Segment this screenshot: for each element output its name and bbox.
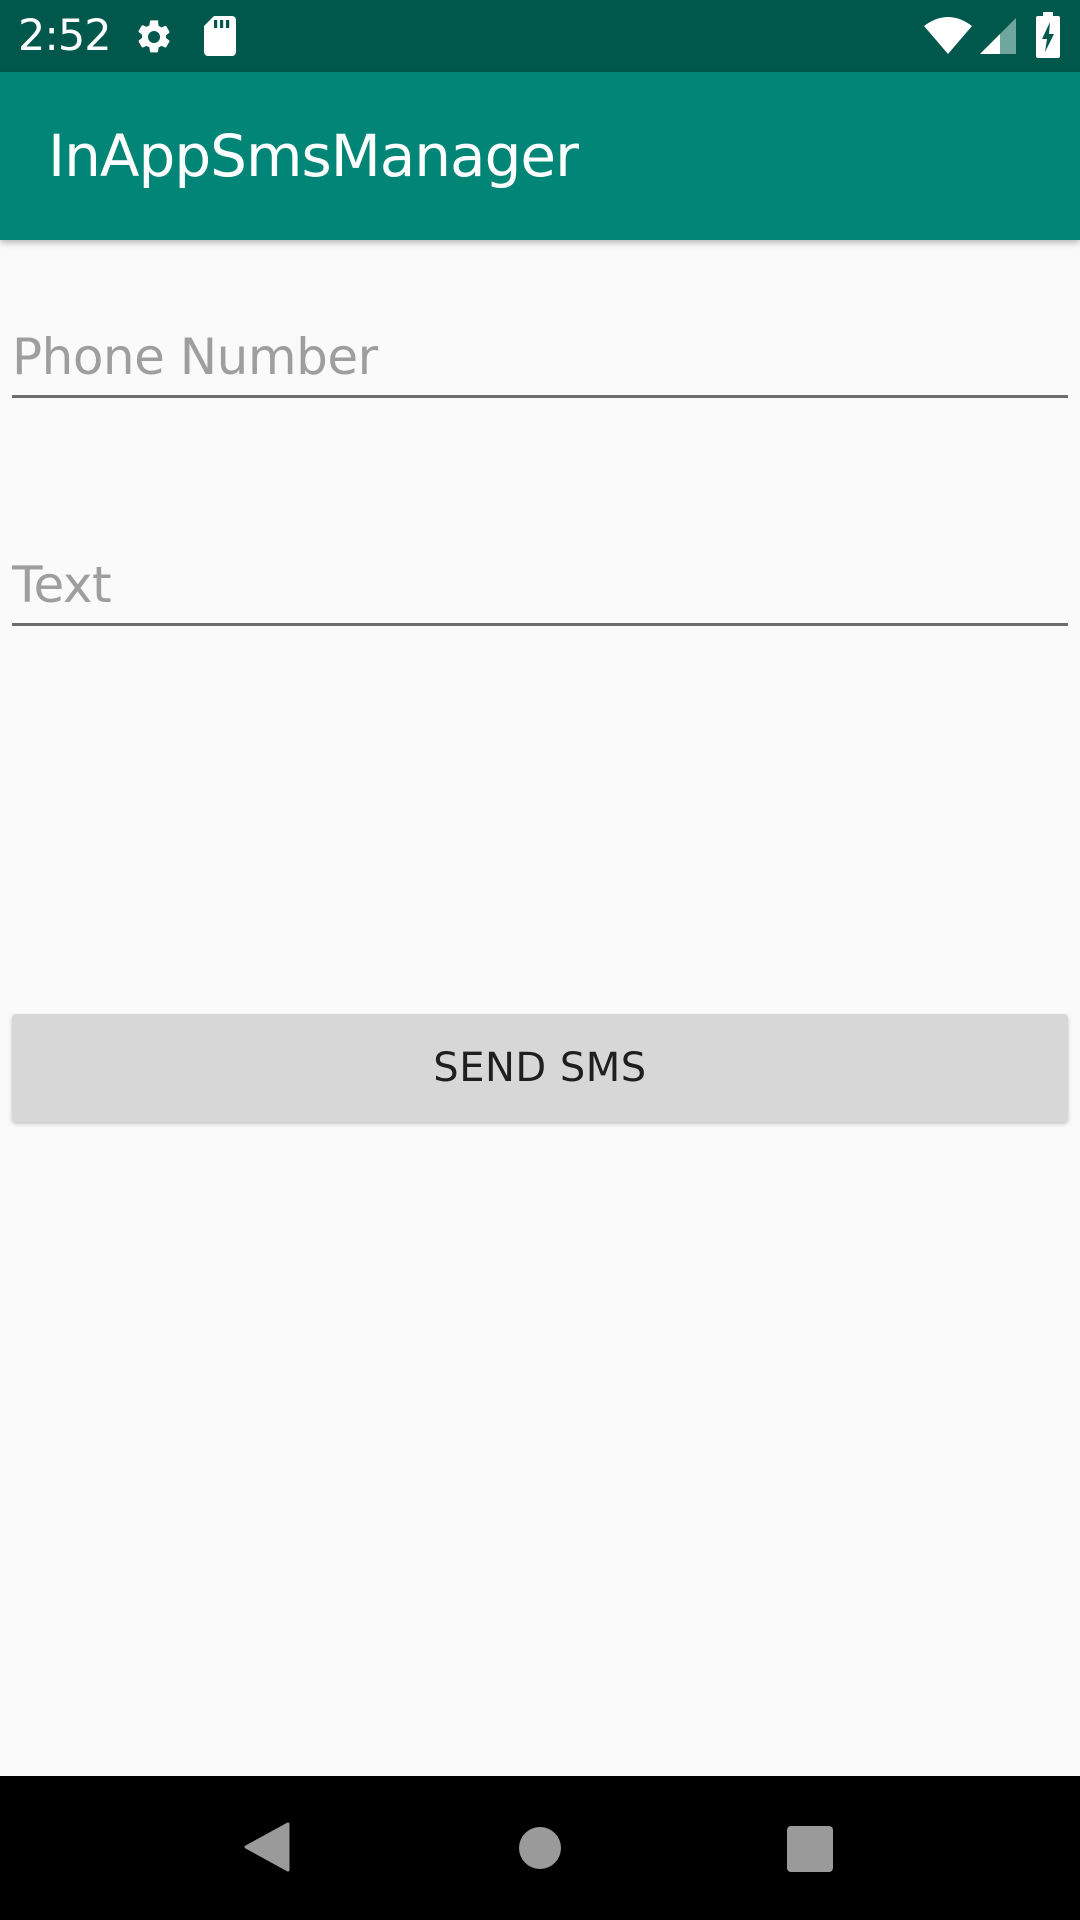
app-screen: 2:52 InAppSmsManager S: [0, 0, 1080, 1920]
message-text-field[interactable]: [12, 546, 1068, 626]
phone-number-field[interactable]: [12, 318, 1068, 398]
home-icon[interactable]: [518, 1826, 562, 1870]
wifi-icon: [924, 17, 972, 54]
settings-icon: [138, 20, 170, 53]
app-title: InAppSmsManager: [48, 122, 579, 190]
signal-icon: [980, 18, 1016, 54]
send-sms-button-label: SEND SMS: [433, 1045, 647, 1091]
battery-charging-icon: [1036, 12, 1060, 58]
app-toolbar: InAppSmsManager: [0, 72, 1080, 240]
phone-number-input[interactable]: [12, 318, 1068, 395]
send-sms-button[interactable]: SEND SMS: [12, 1014, 1068, 1122]
recents-icon[interactable]: [787, 1826, 833, 1872]
status-time: 2:52: [18, 11, 112, 61]
message-text-input[interactable]: [12, 546, 1068, 623]
status-bar: 2:52: [0, 0, 1080, 72]
navigation-bar: [0, 1776, 1080, 1920]
sd-card-icon: [204, 16, 236, 56]
back-icon[interactable]: [244, 1822, 290, 1872]
